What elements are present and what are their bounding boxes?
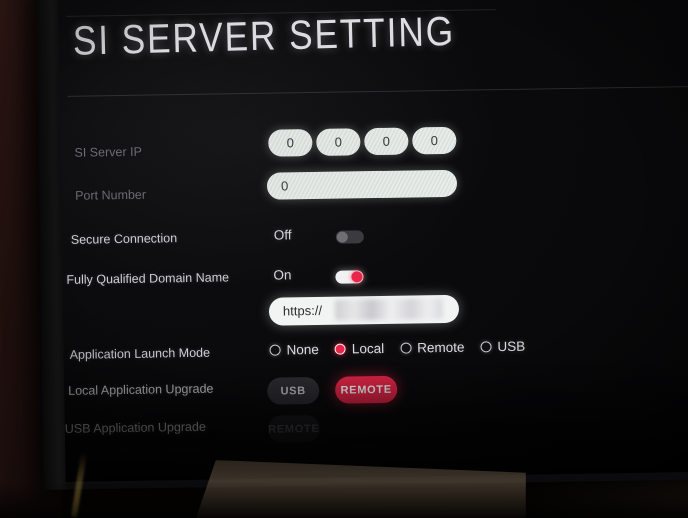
fqdn-toggle[interactable] xyxy=(335,270,364,284)
fqdn-url-value: https:// xyxy=(282,302,323,319)
foreground-shadow xyxy=(0,482,688,518)
fqdn-value: On xyxy=(273,267,292,283)
radio-option-local-label: Local xyxy=(351,340,385,357)
secure-connection-toggle[interactable] xyxy=(335,230,364,244)
radio-option-remote-label: Remote xyxy=(417,339,465,356)
label-local-application-upgrade: Local Application Upgrade xyxy=(68,381,214,398)
cut-off-button-placeholder-2[interactable] xyxy=(336,444,389,468)
application-launch-mode-radios: None Local Remote USB xyxy=(269,339,525,358)
redacted-url-blur xyxy=(334,297,444,321)
radio-option-local[interactable]: Local xyxy=(334,340,385,357)
si-server-ip-octet-2[interactable]: 0 xyxy=(316,128,361,156)
divider-under-title xyxy=(67,85,688,97)
port-number-input[interactable]: 0 xyxy=(266,169,458,200)
si-server-ip-octet-1-value: 0 xyxy=(286,135,295,151)
radio-option-remote[interactable]: Remote xyxy=(400,340,465,356)
label-port-number: Port Number xyxy=(75,187,147,203)
si-server-ip-octet-2-value: 0 xyxy=(334,134,343,150)
toggle-knob xyxy=(351,271,363,283)
port-number-value: 0 xyxy=(280,178,289,194)
cut-off-label-placeholder xyxy=(65,447,216,472)
label-usb-application-upgrade: USB Application Upgrade xyxy=(64,419,206,436)
secure-connection-value: Off xyxy=(273,227,292,243)
photo-scene: SI SERVER SETTING SI Server IP 0 0 0 0 P… xyxy=(0,0,688,518)
radio-icon xyxy=(269,344,281,356)
settings-screen: SI SERVER SETTING SI Server IP 0 0 0 0 P… xyxy=(58,0,688,482)
radio-option-usb-label: USB xyxy=(497,338,526,355)
fqdn-url-input[interactable]: https:// xyxy=(268,294,460,326)
si-server-ip-octet-3[interactable]: 0 xyxy=(364,127,409,156)
si-server-ip-octet-4-value: 0 xyxy=(430,133,439,149)
radio-option-none[interactable]: None xyxy=(269,342,319,358)
local-upgrade-usb-button[interactable]: USB xyxy=(267,376,320,405)
radio-selected-icon xyxy=(334,343,346,355)
toggle-knob xyxy=(336,231,348,243)
label-fully-qualified-domain-name: Fully Qualified Domain Name xyxy=(66,270,230,287)
label-si-server-ip: SI Server IP xyxy=(74,144,142,160)
usb-upgrade-remote-button[interactable]: REMOTE xyxy=(267,414,321,443)
si-server-ip-octet-1[interactable]: 0 xyxy=(268,129,313,157)
label-application-launch-mode: Application Launch Mode xyxy=(69,345,211,362)
label-secure-connection: Secure Connection xyxy=(70,231,178,247)
radio-option-none-label: None xyxy=(286,341,319,358)
si-server-ip-octet-4[interactable]: 0 xyxy=(412,126,457,155)
radio-icon xyxy=(400,342,412,354)
radio-icon xyxy=(480,341,492,353)
radio-option-usb[interactable]: USB xyxy=(480,339,525,355)
si-server-ip-octet-3-value: 0 xyxy=(382,133,391,149)
local-upgrade-remote-button[interactable]: REMOTE xyxy=(335,375,398,404)
